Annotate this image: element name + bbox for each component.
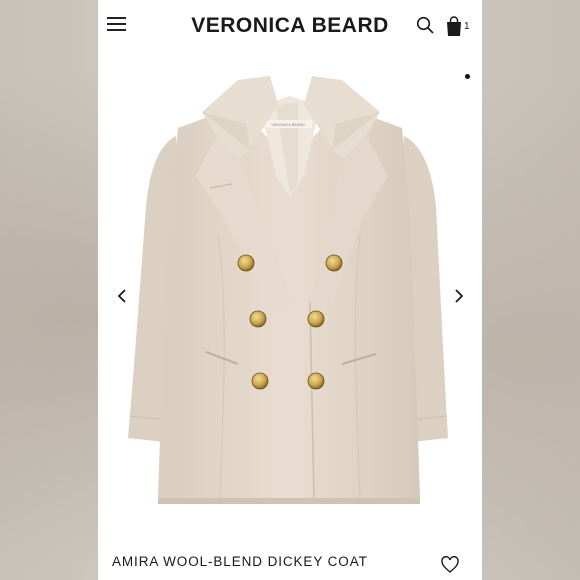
- chevron-right-icon[interactable]: [450, 286, 466, 306]
- chevron-left-icon[interactable]: [115, 286, 131, 306]
- heart-icon[interactable]: [441, 556, 459, 574]
- product-title: AMIRA WOOL-BLEND DICKEY COAT: [112, 554, 368, 569]
- menu-icon[interactable]: [107, 16, 127, 32]
- site-header: VERONICA BEARD 1: [98, 0, 482, 56]
- mobile-page: VERONICA BEARD 1 VERONICA BEARD AMIRA WO…: [98, 0, 482, 580]
- coat-label-text: VERONICA BEARD: [271, 123, 305, 127]
- shopping-bag-icon[interactable]: [445, 16, 463, 36]
- search-icon[interactable]: [416, 16, 434, 34]
- brand-logo[interactable]: VERONICA BEARD: [190, 14, 390, 38]
- cart-count: 1: [464, 21, 470, 32]
- product-image: VERONICA BEARD: [128, 76, 448, 504]
